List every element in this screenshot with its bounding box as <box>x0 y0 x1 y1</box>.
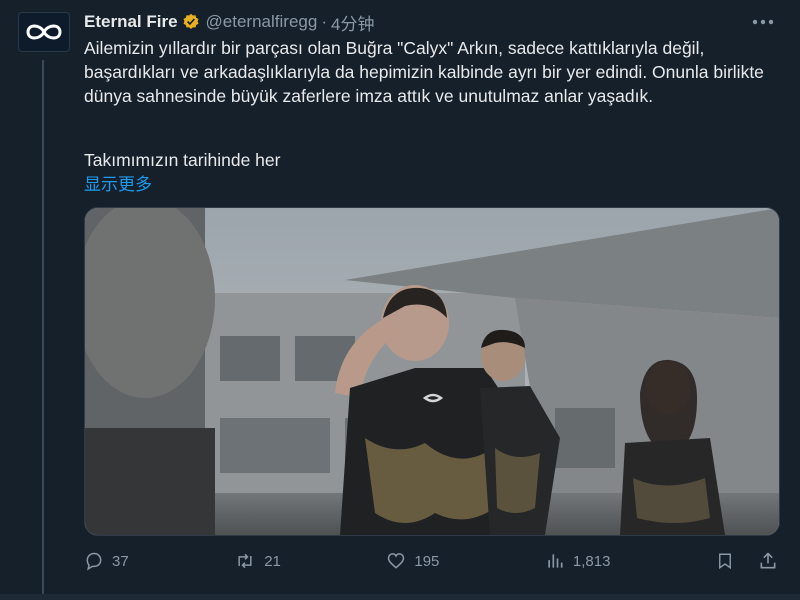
avatar[interactable] <box>18 12 70 52</box>
tweet-text: Ailemizin yıllardır bir parçası olan Buğ… <box>84 38 769 106</box>
tweet-actions: 37 21 195 1,813 <box>84 548 778 574</box>
tweet-header: Eternal Fire @eternalfiregg · 4分钟 <box>84 10 780 34</box>
author-handle[interactable]: @eternalfiregg <box>206 12 318 32</box>
bookmark-icon <box>718 553 731 570</box>
tweet-time[interactable]: 4分钟 <box>331 10 374 35</box>
view-count: 1,813 <box>572 552 611 570</box>
reply-button[interactable]: 37 <box>84 551 129 571</box>
more-options-icon[interactable] <box>752 8 774 31</box>
analytics-icon <box>548 554 563 568</box>
bookmark-button[interactable] <box>716 551 734 571</box>
author-name[interactable]: Eternal Fire <box>84 12 178 32</box>
retweet-button[interactable]: 21 <box>234 551 281 571</box>
separator-dot: · <box>321 12 327 31</box>
verified-badge-icon <box>182 13 200 31</box>
reply-count: 37 <box>112 552 129 570</box>
reply-icon <box>86 552 102 571</box>
like-button[interactable]: 195 <box>386 551 439 571</box>
tweet-text-paragraph-2: Takımımızın tarihinde her <box>84 150 281 170</box>
views-button[interactable]: 1,813 <box>545 551 611 571</box>
retweet-icon <box>238 553 252 569</box>
share-actions <box>716 551 778 571</box>
eternal-fire-logo-icon <box>26 24 62 40</box>
thread-line <box>42 60 44 600</box>
share-button[interactable] <box>758 551 778 571</box>
media-photo <box>85 208 779 535</box>
like-count: 195 <box>414 552 440 570</box>
tweet-media-image[interactable] <box>84 207 780 536</box>
heart-icon <box>388 553 405 569</box>
share-icon <box>760 552 776 569</box>
show-more-link[interactable]: 显示更多 <box>84 170 152 195</box>
retweet-count: 21 <box>264 552 281 570</box>
next-tweet-divider <box>0 594 800 600</box>
